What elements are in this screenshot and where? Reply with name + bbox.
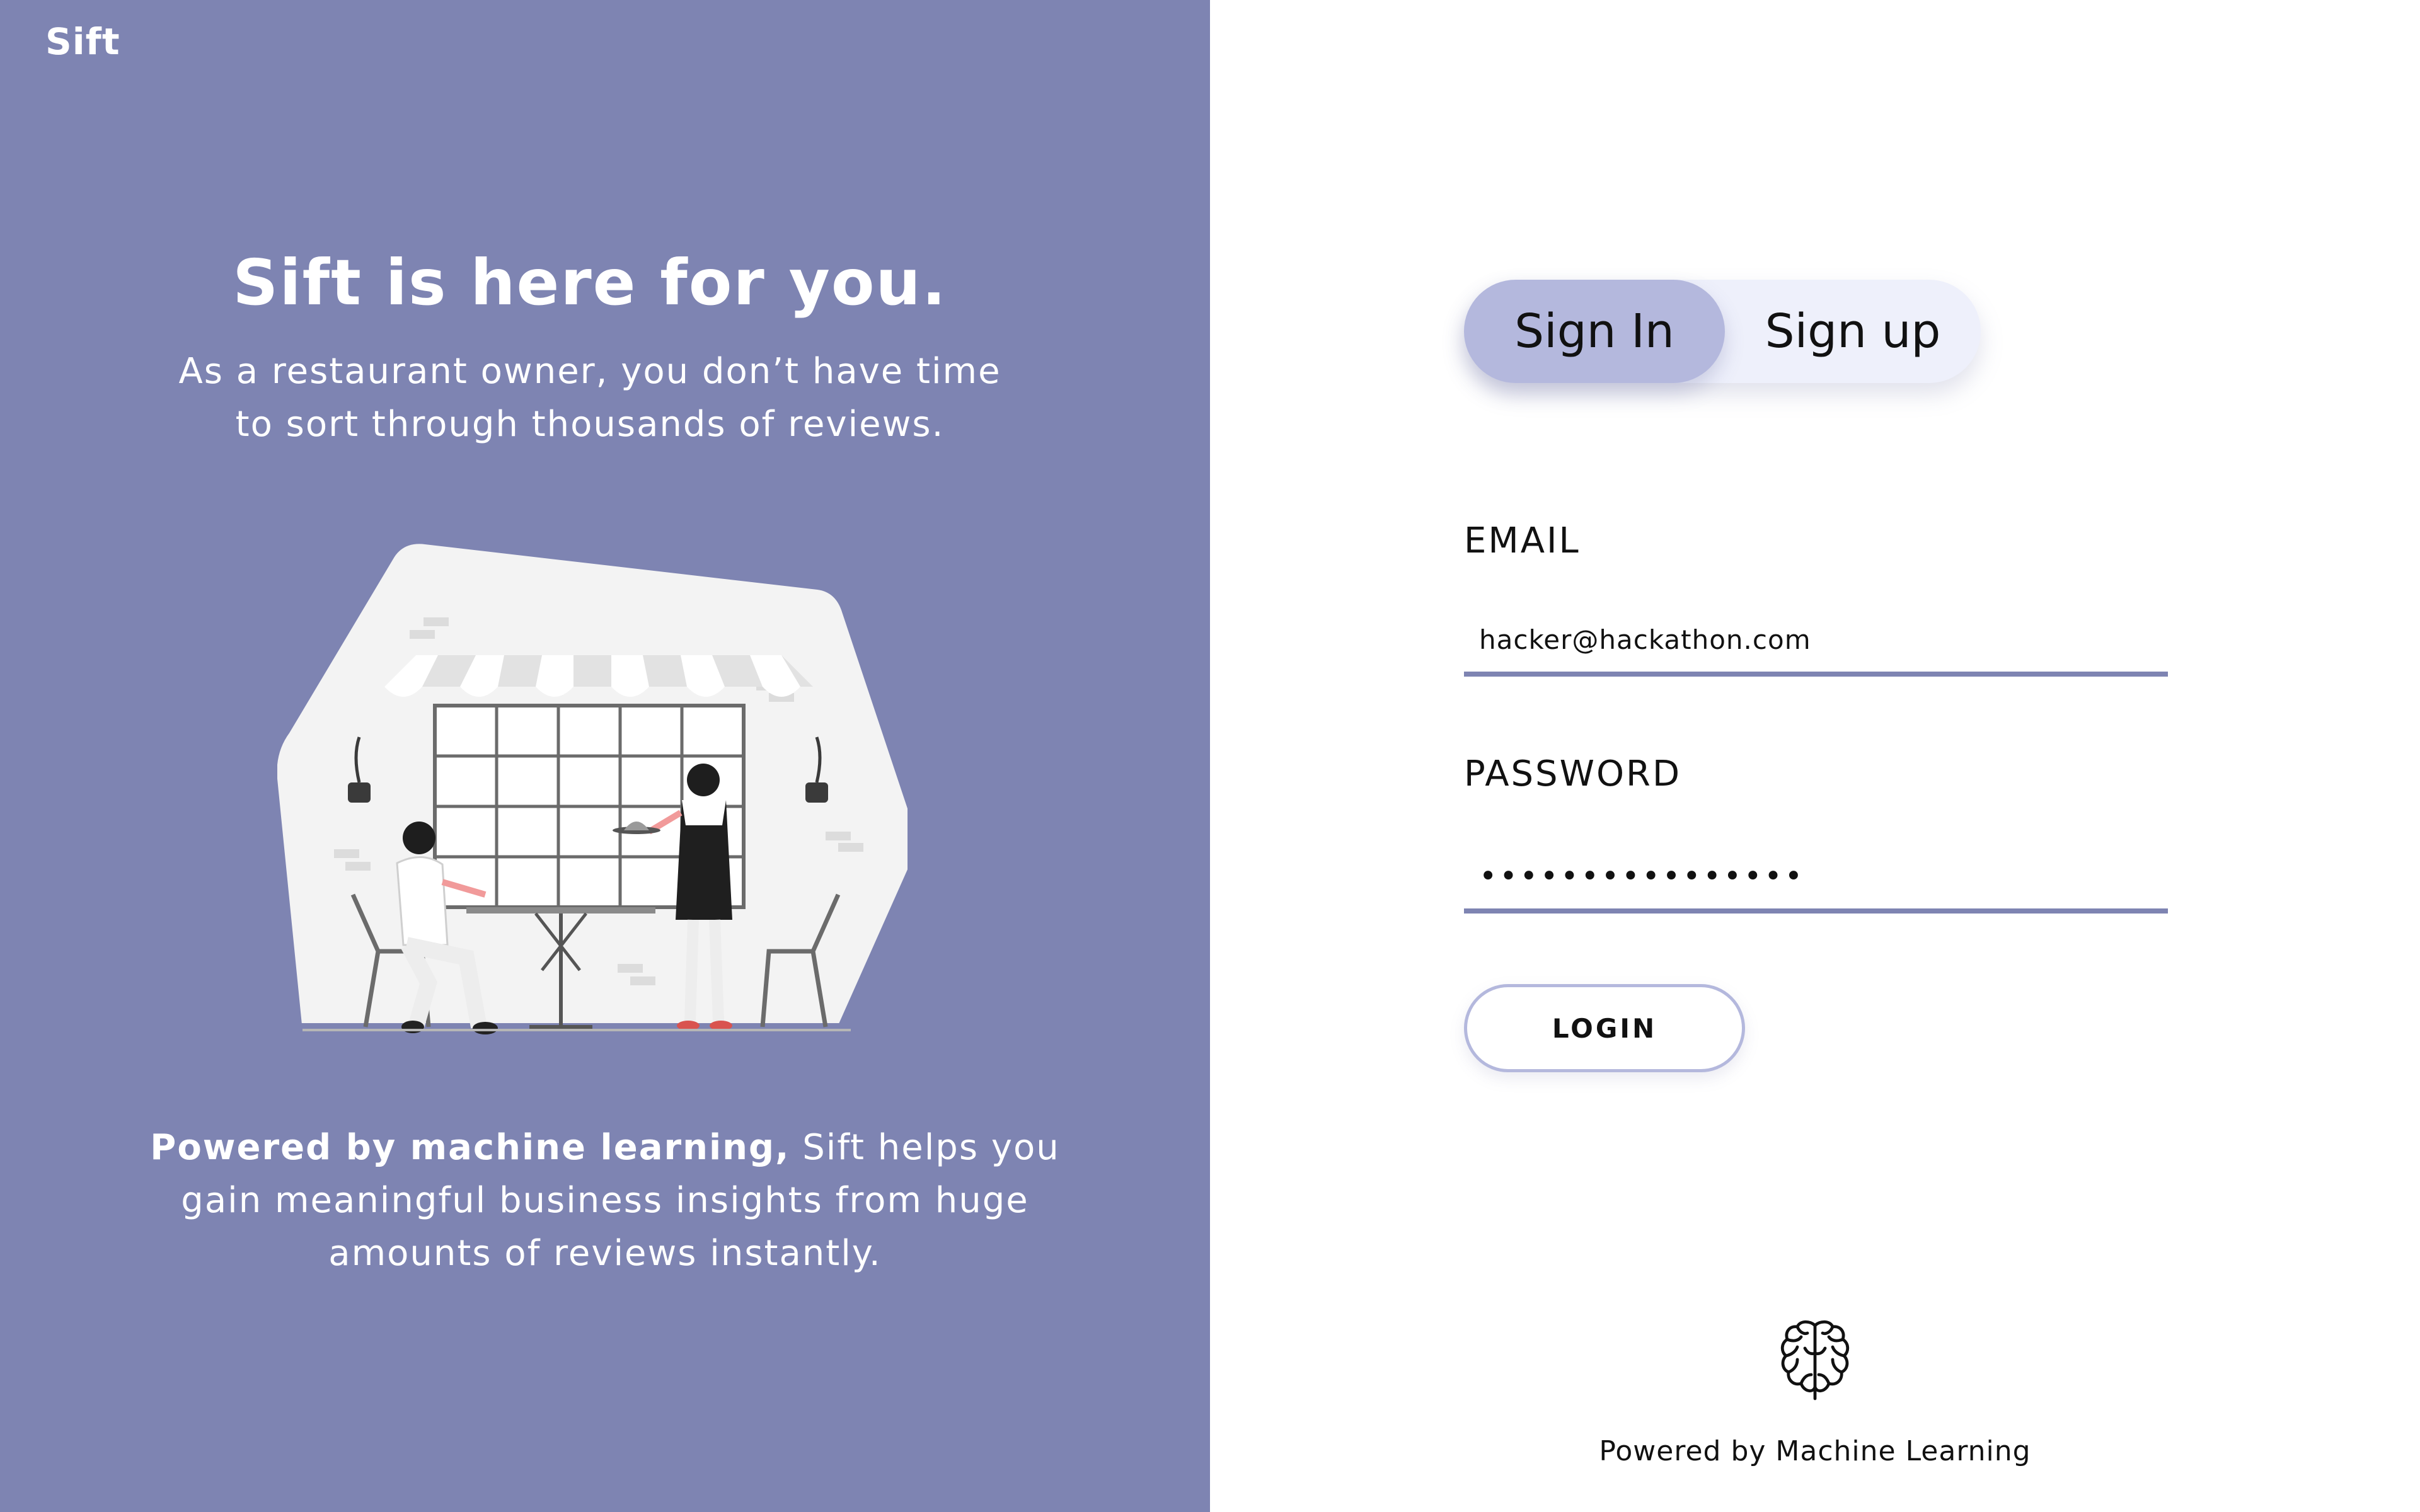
password-label: PASSWORD	[1464, 753, 1682, 794]
brand-logo[interactable]: Sift	[45, 20, 120, 63]
tab-sign-up[interactable]: Sign up	[1725, 280, 1981, 383]
password-value: ••••••••••••••••	[1479, 859, 1805, 894]
footer-bold: Powered by machine learning,	[150, 1127, 790, 1168]
auth-tabs: Sign In Sign up	[1464, 280, 1981, 383]
password-field[interactable]: ••••••••••••••••	[1464, 844, 2168, 914]
marketing-footer: Powered by machine learning, Sift helps …	[132, 1121, 1078, 1280]
login-page: Sift Sift is here for you. As a restaura…	[0, 0, 2420, 1512]
tab-sign-in[interactable]: Sign In	[1464, 280, 1725, 383]
powered-by-text: Powered by Machine Learning	[1599, 1435, 2031, 1467]
hero-title: Sift is here for you.	[233, 246, 947, 319]
email-value: hacker@hackathon.com	[1479, 624, 1811, 655]
restaurant-cafe-illustration	[277, 542, 916, 1040]
auth-panel: Sign In Sign up EMAIL hacker@hackathon.c…	[1210, 0, 2420, 1512]
email-label: EMAIL	[1464, 520, 1581, 561]
email-field[interactable]: hacker@hackathon.com	[1464, 607, 2168, 677]
login-button[interactable]: LOGIN	[1464, 984, 1745, 1072]
hero-subtitle: As a restaurant owner, you don’t have ti…	[178, 351, 1001, 445]
marketing-panel: Sift Sift is here for you. As a restaura…	[0, 0, 1210, 1512]
brain-icon	[1780, 1320, 1850, 1400]
